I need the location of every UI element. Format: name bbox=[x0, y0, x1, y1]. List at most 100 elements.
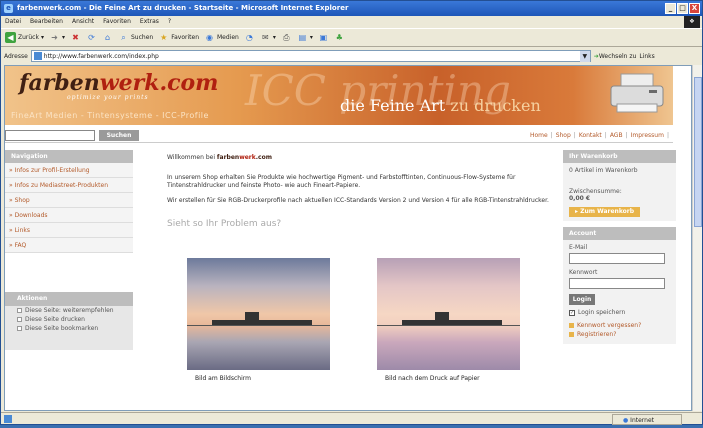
cart-box: 0 Artikel im Warenkorb Zwischensumme: 0,… bbox=[563, 163, 676, 221]
left-column: Navigation » Infos zur Profil-Erstellung… bbox=[5, 150, 133, 253]
stop-icon: ✖ bbox=[72, 33, 79, 42]
go-button[interactable]: ➜Wechseln zu bbox=[594, 53, 637, 60]
mail-icon: ✉ bbox=[261, 33, 269, 42]
vertical-scrollbar[interactable] bbox=[692, 65, 702, 411]
edit-button[interactable]: ▤ ▾ bbox=[297, 32, 313, 43]
back-button[interactable]: ◀ Zurück ▾ bbox=[5, 32, 44, 43]
remember-login-checkbox[interactable]: ✓ Login speichern bbox=[569, 309, 670, 316]
email-field[interactable] bbox=[569, 253, 665, 264]
menu-bar: Datei Bearbeiten Ansicht Favoriten Extra… bbox=[1, 16, 702, 28]
maximize-button[interactable]: □ bbox=[677, 3, 688, 14]
menu-datei[interactable]: Datei bbox=[5, 16, 21, 28]
nav-item-shop[interactable]: » Shop bbox=[5, 193, 133, 208]
cart-header: Ihr Warenkorb bbox=[563, 150, 676, 163]
checkbox-checked-icon: ✓ bbox=[569, 309, 575, 316]
nav-item-profil[interactable]: » Infos zur Profil-Erstellung bbox=[5, 163, 133, 178]
refresh-icon: ⟳ bbox=[88, 33, 95, 42]
stop-button[interactable]: ✖ bbox=[70, 32, 81, 43]
media-icon: ◉ bbox=[206, 33, 213, 42]
forgot-password-link[interactable]: Kennwort vergessen? bbox=[569, 322, 670, 329]
register-link[interactable]: Registrieren? bbox=[569, 331, 670, 338]
print-icon: ⎙ bbox=[283, 33, 290, 42]
discuss-button[interactable]: ▣ bbox=[318, 32, 329, 43]
email-label: E-Mail bbox=[569, 244, 588, 251]
scroll-thumb[interactable] bbox=[694, 77, 702, 227]
action-print[interactable]: Diese Seite drucken bbox=[5, 315, 133, 324]
page-icon bbox=[33, 52, 42, 60]
ie-icon: e bbox=[4, 4, 13, 13]
welcome-text: Willkommen bei farbenwerk.com bbox=[167, 154, 272, 161]
browser-window: e farbenwerk.com - Die Feine Art zu druc… bbox=[0, 0, 703, 425]
nav-impressum[interactable]: Impressum bbox=[631, 132, 664, 139]
nav-item-links[interactable]: » Links bbox=[5, 223, 133, 238]
cart-button[interactable]: ▸ Zum Warenkorb bbox=[569, 207, 641, 217]
nav-home[interactable]: Home bbox=[530, 132, 548, 139]
site-banner: farbenwerk.com optimize your prints Fine… bbox=[5, 66, 673, 125]
home-icon: ⌂ bbox=[104, 33, 111, 42]
cart-count: 0 Artikel im Warenkorb bbox=[569, 167, 638, 174]
links-button[interactable]: Links bbox=[639, 53, 654, 60]
messenger-button[interactable]: ♣ bbox=[334, 32, 345, 43]
menu-bearbeiten[interactable]: Bearbeiten bbox=[30, 16, 63, 28]
print-button[interactable]: ⎙ bbox=[281, 32, 292, 43]
refresh-button[interactable]: ⟳ bbox=[86, 32, 97, 43]
nav-kontakt[interactable]: Kontakt bbox=[579, 132, 602, 139]
forward-button[interactable]: ➜ ▾ bbox=[49, 32, 65, 43]
forward-arrow-icon: ➜ bbox=[51, 33, 58, 42]
screen-image bbox=[187, 258, 330, 370]
printer-image bbox=[610, 73, 664, 113]
media-button[interactable]: ◉ Medien bbox=[204, 32, 239, 43]
menu-help[interactable]: ? bbox=[168, 16, 171, 28]
account-header: Account bbox=[563, 227, 676, 240]
subtotal-label: Zwischensumme: bbox=[569, 188, 622, 195]
action-recommend[interactable]: Diese Seite: weiterempfehlen bbox=[5, 306, 133, 315]
login-button[interactable]: Login bbox=[569, 294, 595, 305]
back-arrow-icon: ◀ bbox=[5, 32, 16, 43]
favorites-button[interactable]: ★ Favoriten bbox=[158, 32, 199, 43]
close-button[interactable]: X bbox=[689, 3, 700, 14]
bullet-icon bbox=[569, 323, 574, 328]
cart-icon: ▸ bbox=[575, 208, 579, 215]
search-row: Suchen Home | Shop | Kontakt | AGB | Impress… bbox=[5, 129, 673, 143]
nav-item-mediastreet[interactable]: » Infos zu Mediastreet-Produkten bbox=[5, 178, 133, 193]
title-bar: e farbenwerk.com - Die Feine Art zu druc… bbox=[1, 1, 702, 16]
minimize-button[interactable]: _ bbox=[665, 3, 676, 14]
intro-paragraph: In unserem Shop erhalten Sie Produkte wi… bbox=[167, 174, 516, 189]
history-icon: ◔ bbox=[245, 33, 253, 42]
navigation-header: Navigation bbox=[5, 150, 133, 163]
print-image bbox=[377, 258, 520, 370]
window-title: farbenwerk.com - Die Feine Art zu drucke… bbox=[17, 4, 349, 12]
password-label: Kennwort bbox=[569, 269, 598, 276]
mail-button[interactable]: ✉ ▾ bbox=[260, 32, 276, 43]
caption-print: Bild nach dem Druck auf Papier bbox=[385, 375, 480, 382]
globe-icon: ● bbox=[623, 417, 629, 424]
action-bookmark[interactable]: Diese Seite bookmarken bbox=[5, 324, 133, 333]
search-button[interactable]: ⌕ Suchen bbox=[118, 32, 153, 43]
nav-agb[interactable]: AGB bbox=[610, 132, 623, 139]
site-search-input[interactable] bbox=[5, 130, 95, 141]
messenger-icon: ♣ bbox=[335, 33, 343, 42]
star-icon: ★ bbox=[160, 33, 168, 42]
toolbar: ◀ Zurück ▾ ➜ ▾ ✖ ⟳ ⌂ ⌕ Suchen ★ Favoriten ◉… bbox=[1, 28, 702, 47]
site-search-button[interactable]: Suchen bbox=[99, 130, 139, 141]
history-button[interactable]: ◔ bbox=[244, 32, 255, 43]
menu-ansicht[interactable]: Ansicht bbox=[72, 16, 94, 28]
address-dropdown-icon[interactable]: ▼ bbox=[579, 51, 590, 62]
nav-item-faq[interactable]: » FAQ bbox=[5, 238, 133, 253]
site-logo[interactable]: farbenwerk.com bbox=[19, 70, 218, 96]
problem-heading: Sieht so Ihr Problem aus? bbox=[167, 219, 282, 229]
menu-extras[interactable]: Extras bbox=[140, 16, 159, 28]
nav-item-downloads[interactable]: » Downloads bbox=[5, 208, 133, 223]
address-bar: Adresse http://www.farbenwerk.com/index.… bbox=[1, 48, 702, 64]
address-input[interactable]: http://www.farbenwerk.com/index.php ▼ bbox=[30, 50, 591, 62]
bullet-icon bbox=[569, 332, 574, 337]
main-content: Willkommen bei farbenwerk.com In unserem… bbox=[167, 154, 552, 229]
right-column: Ihr Warenkorb 0 Artikel im Warenkorb Zwi… bbox=[563, 150, 676, 344]
status-bar: ● Internet bbox=[1, 412, 702, 425]
menu-favoriten[interactable]: Favoriten bbox=[103, 16, 131, 28]
home-button[interactable]: ⌂ bbox=[102, 32, 113, 43]
nav-shop[interactable]: Shop bbox=[556, 132, 571, 139]
bookmark-icon bbox=[17, 326, 22, 331]
password-field[interactable] bbox=[569, 278, 665, 289]
account-box: E-Mail Kennwort Login ✓ Login speichern K… bbox=[563, 240, 676, 344]
